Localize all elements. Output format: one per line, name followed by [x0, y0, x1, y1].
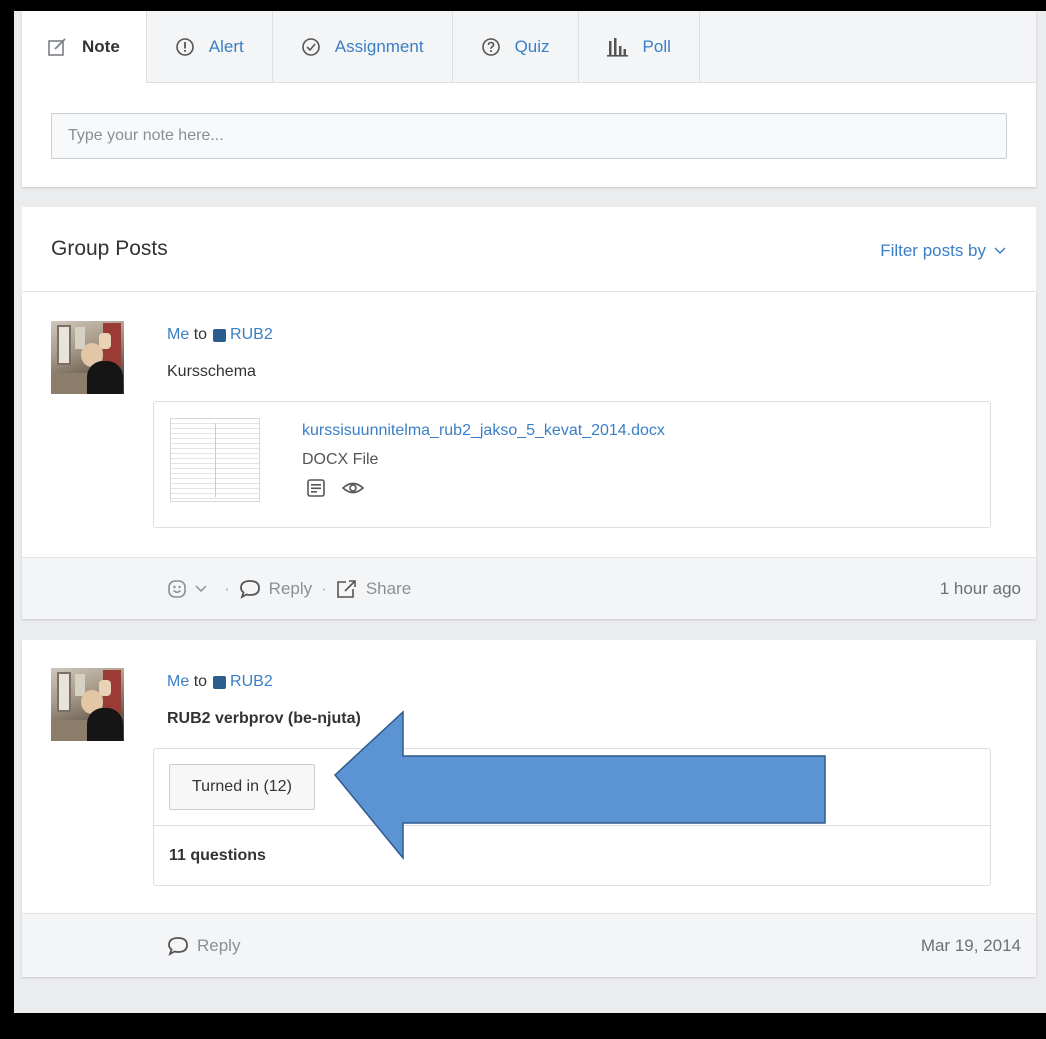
post-timestamp: Mar 19, 2014: [920, 935, 1021, 955]
separator-dot: ·: [224, 578, 230, 598]
eye-preview-icon[interactable]: [342, 478, 364, 498]
post-byline: Me to RUB2: [167, 326, 273, 344]
file-type: DOCX File: [302, 451, 379, 468]
divider: [154, 825, 990, 826]
reply-button[interactable]: Reply: [167, 936, 240, 956]
tab-quiz[interactable]: Quiz: [453, 11, 579, 82]
note-input[interactable]: [51, 113, 1007, 159]
author-link[interactable]: Me: [167, 673, 189, 691]
tab-poll[interactable]: Poll: [579, 11, 700, 82]
post-title: RUB2 verbprov (be-njuta): [167, 710, 361, 727]
post-card: Me to RUB2 RUB2 verbprov (be-njuta) Turn…: [22, 640, 1036, 977]
post-actions: · Reply · Share: [167, 579, 411, 599]
turned-in-button[interactable]: Turned in (12): [169, 764, 315, 810]
author-link[interactable]: Me: [167, 326, 189, 344]
share-label: Share: [365, 578, 412, 598]
poll-bars-icon: [606, 37, 629, 57]
post-actions: Reply: [167, 936, 240, 956]
reply-bubble-icon: [239, 579, 260, 599]
document-icon[interactable]: [306, 478, 326, 498]
filter-posts-dropdown[interactable]: Filter posts by: [880, 241, 1006, 261]
group-color-square: [213, 328, 227, 342]
file-attachment: kurssisuunnitelma_rub2_jakso_5_kevat_201…: [153, 401, 991, 528]
post-timestamp: 1 hour ago: [939, 578, 1021, 598]
reply-label: Reply: [197, 935, 241, 955]
post-footer: Reply Mar 19, 2014: [22, 913, 1036, 977]
separator-dot: ·: [321, 578, 327, 598]
file-name-link[interactable]: kurssisuunnitelma_rub2_jakso_5_kevat_201…: [302, 422, 665, 440]
reply-button[interactable]: Reply: [239, 579, 312, 599]
group-color-square: [213, 675, 227, 689]
group-link[interactable]: RUB2: [230, 326, 273, 344]
reaction-button[interactable]: [167, 579, 215, 599]
app-canvas: Note Alert Assignment Quiz Poll Type you…: [14, 11, 1046, 1013]
to-text: to: [193, 326, 208, 343]
share-icon: [337, 579, 356, 598]
assignment-check-icon: [301, 37, 321, 57]
composer-card: Note Alert Assignment Quiz Poll Type you…: [22, 11, 1036, 187]
file-actions: [306, 478, 364, 498]
tab-assignment[interactable]: Assignment: [273, 11, 453, 82]
tab-poll-label: Poll: [642, 36, 671, 56]
alert-icon: [175, 37, 195, 57]
tab-alert-label: Alert: [208, 36, 244, 56]
group-posts-title: Group Posts: [51, 237, 168, 260]
reply-label: Reply: [268, 578, 313, 598]
tab-assignment-label: Assignment: [334, 36, 424, 56]
tab-note[interactable]: Note: [22, 11, 147, 83]
share-button[interactable]: Share: [336, 579, 411, 599]
note-edit-icon: [48, 38, 68, 56]
composer-tabs: Note Alert Assignment Quiz Poll: [22, 11, 1036, 83]
reply-bubble-icon: [168, 936, 188, 956]
post-card: Me to RUB2 Kursschema kurssisuunnitelma_…: [22, 292, 1036, 619]
tab-alert[interactable]: Alert: [147, 11, 273, 82]
filter-posts-label: Filter posts by: [880, 241, 986, 260]
avatar[interactable]: [51, 668, 124, 741]
quiz-question-icon: [481, 37, 501, 57]
avatar[interactable]: [51, 321, 124, 394]
quiz-attachment: Turned in (12) 11 questions: [153, 748, 991, 886]
group-posts-header: Group Posts Filter posts by: [22, 207, 1036, 292]
post-text: Kursschema: [167, 363, 256, 380]
document-thumbnail[interactable]: [170, 418, 260, 502]
tab-quiz-label: Quiz: [514, 36, 550, 56]
group-link[interactable]: RUB2: [230, 673, 273, 691]
tab-note-label: Note: [82, 37, 120, 56]
smiley-icon: [168, 579, 186, 598]
chevron-down-icon: [195, 584, 207, 592]
question-count: 11 questions: [169, 847, 266, 864]
post-footer: · Reply · Share 1 hour ago: [22, 557, 1036, 619]
chevron-down-icon: [994, 247, 1006, 255]
to-text: to: [193, 673, 208, 690]
post-byline: Me to RUB2: [167, 673, 273, 691]
